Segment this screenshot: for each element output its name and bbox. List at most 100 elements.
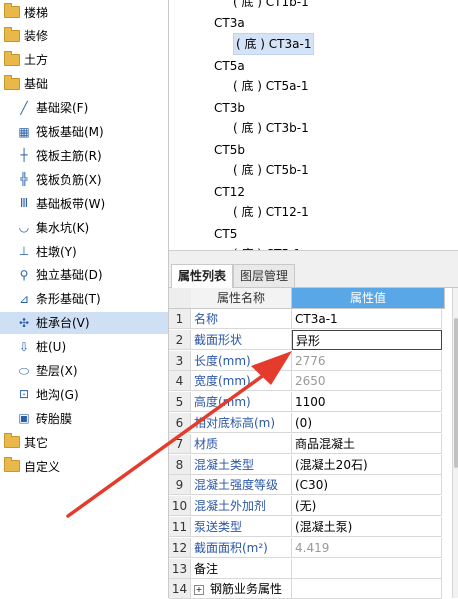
pile-icon: ⇩ (18, 339, 30, 354)
tree-item[interactable]: ▣ 砖胎膜 (0, 407, 168, 429)
component-node[interactable]: CT3b (214, 98, 245, 118)
tree-item[interactable]: 土方 (0, 49, 168, 71)
tree-item[interactable]: ┼ 筏板主筋(R) (0, 144, 168, 166)
component-sub-node[interactable]: ( 底 ) CT5a-1 (233, 76, 308, 96)
tree-item[interactable]: ⚲ 独立基础(D) (0, 264, 168, 286)
property-value[interactable]: CT3a-1 (292, 309, 442, 329)
cushion-icon: ⬭ (18, 363, 30, 378)
tree-item[interactable]: ╬ 筏板负筋(X) (0, 168, 168, 190)
component-node[interactable]: CT12 (214, 182, 245, 202)
tab-property-list[interactable]: 属性列表 (171, 264, 234, 288)
property-name: 名称 (191, 309, 292, 329)
property-value[interactable]: (C30) (292, 475, 442, 496)
row-number: 6 (169, 413, 191, 433)
tree-item-label: 地沟(G) (36, 387, 79, 402)
property-value[interactable]: 1100 (292, 392, 442, 413)
table-row[interactable]: 7 材质 商品混凝土 (169, 433, 452, 454)
strip-foundation-icon: ⊿ (18, 291, 30, 306)
tree-item[interactable]: 楼梯 (0, 1, 168, 23)
tree-item-label: 其它 (24, 435, 49, 450)
table-row[interactable]: 14 + 钢筋业务属性 (169, 579, 452, 599)
folder-icon (4, 3, 20, 18)
tree-item-label: 装修 (24, 29, 49, 44)
row-number: 10 (169, 496, 191, 517)
tree-item[interactable]: ╱ 基础梁(F) (0, 97, 168, 119)
property-value[interactable]: 2650 (292, 371, 442, 392)
header-property-value[interactable]: 属性值 (292, 288, 445, 309)
table-row[interactable]: 4 宽度(mm) 2650 (169, 371, 452, 392)
row-number: 12 (169, 537, 191, 558)
tree-item[interactable]: ⬭ 垫层(X) (0, 360, 168, 382)
row-number: 8 (169, 454, 191, 475)
component-sub-node[interactable]: ( 底 ) CT3a-1 (233, 33, 315, 55)
component-node[interactable]: CT5b (214, 140, 245, 160)
tree-item[interactable]: Ⅲ 基础板带(W) (0, 192, 168, 214)
tree-item[interactable]: 基础 (0, 73, 168, 95)
component-tree: 楼梯 装修 土方 基础 ╱ 基础梁(F) ▦ 筏板基础(M) ┼ 筏板主筋(R) ╬ 筏板负筋(X) Ⅲ… (0, 0, 168, 598)
expand-icon[interactable]: + (194, 584, 204, 595)
table-row[interactable]: 1 名称 CT3a-1 (169, 309, 452, 329)
table-row[interactable]: 5 高度(mm) 1100 (169, 392, 452, 413)
tree-item-label: 自定义 (24, 459, 61, 474)
table-row[interactable]: 11 泵送类型 (混凝土泵) (169, 517, 452, 537)
column-pier-icon: ⊥ (18, 244, 30, 258)
component-list-tree: ( 底 ) CT1b-1 CT3a( 底 ) CT3a-1 CT5a( 底 ) CT… (169, 0, 458, 250)
row-number: 4 (169, 371, 191, 392)
grid-scrollbar[interactable] (452, 288, 458, 598)
table-row[interactable]: 12 截面面积(m²) 4.419 (169, 537, 452, 558)
property-name: 混凝土外加剂 (191, 496, 292, 517)
property-name: 备注 (191, 558, 292, 579)
property-value[interactable]: (混凝土泵) (292, 517, 442, 537)
scroll-thumb[interactable] (454, 318, 458, 468)
component-sub-node[interactable]: ( 底 ) CT1b-1 (233, 0, 309, 12)
table-row[interactable]: 8 混凝土类型 (混凝土20石) (169, 454, 452, 475)
table-row[interactable]: 2 截面形状 异形 (169, 329, 452, 350)
trench-icon: ⊡ (18, 387, 30, 402)
table-row[interactable]: 6 相对底标高(m) (0) (169, 413, 452, 433)
property-name: 相对底标高(m) (191, 413, 292, 433)
tab-layer-management[interactable]: 图层管理 (233, 264, 296, 287)
tree-item[interactable]: ✣ 桩承台(V) (0, 311, 168, 334)
tree-item[interactable]: ⇩ 桩(U) (0, 336, 168, 358)
tree-item-label: 筏板主筋(R) (36, 148, 102, 163)
tree-item-label: 垫层(X) (36, 364, 78, 378)
tree-item[interactable]: ⊡ 地沟(G) (0, 383, 168, 405)
tree-item[interactable]: ⊿ 条形基础(T) (0, 288, 168, 310)
component-node[interactable]: CT5a (214, 56, 245, 76)
property-value[interactable] (292, 558, 442, 579)
tree-item-label: 土方 (24, 53, 49, 68)
property-name: 混凝土类型 (191, 454, 292, 475)
folder-icon (4, 50, 20, 66)
component-sub-node[interactable]: ( 底 ) CT3b-1 (233, 118, 309, 138)
property-value[interactable]: (无) (292, 496, 442, 517)
isolated-foundation-icon: ⚲ (19, 267, 29, 282)
table-row[interactable]: 9 混凝土强度等级 (C30) (169, 475, 452, 496)
table-row[interactable]: 13 备注 (169, 558, 452, 579)
tree-item-label: 楼梯 (24, 5, 49, 20)
tree-item[interactable]: 其它 (0, 431, 168, 453)
property-name-text: 钢筋业务属性 (210, 582, 283, 597)
table-row[interactable]: 10 混凝土外加剂 (无) (169, 496, 452, 517)
header-property-name[interactable]: 属性名称 (191, 288, 292, 309)
tree-item[interactable]: ▦ 筏板基础(M) (0, 121, 168, 143)
property-value-editor[interactable]: 异形 (292, 329, 442, 350)
foundation-strip-icon: Ⅲ (19, 196, 29, 211)
tree-item[interactable]: ◡ 集水坑(K) (0, 216, 168, 238)
property-value[interactable]: 2776 (292, 350, 442, 371)
property-value[interactable] (292, 579, 442, 599)
property-value[interactable]: 商品混凝土 (292, 433, 442, 454)
property-name: 截面形状 (191, 329, 292, 350)
property-value[interactable]: (0) (292, 413, 442, 433)
property-value[interactable]: (混凝土20石) (292, 454, 442, 475)
tree-item[interactable]: ⊥ 柱墩(Y) (0, 240, 168, 262)
folder-icon (4, 26, 20, 42)
component-node[interactable]: CT3a (214, 13, 245, 33)
tree-item[interactable]: 自定义 (0, 455, 168, 477)
property-value[interactable]: 4.419 (292, 537, 442, 558)
component-sub-node[interactable]: ( 底 ) CT12-1 (233, 202, 309, 222)
component-sub-node[interactable]: ( 底 ) CT5b-1 (233, 160, 309, 180)
property-name: 材质 (191, 433, 292, 454)
component-node[interactable]: CT5 (214, 224, 237, 244)
table-row[interactable]: 3 长度(mm) 2776 (169, 350, 452, 371)
tree-item[interactable]: 装修 (0, 25, 168, 47)
